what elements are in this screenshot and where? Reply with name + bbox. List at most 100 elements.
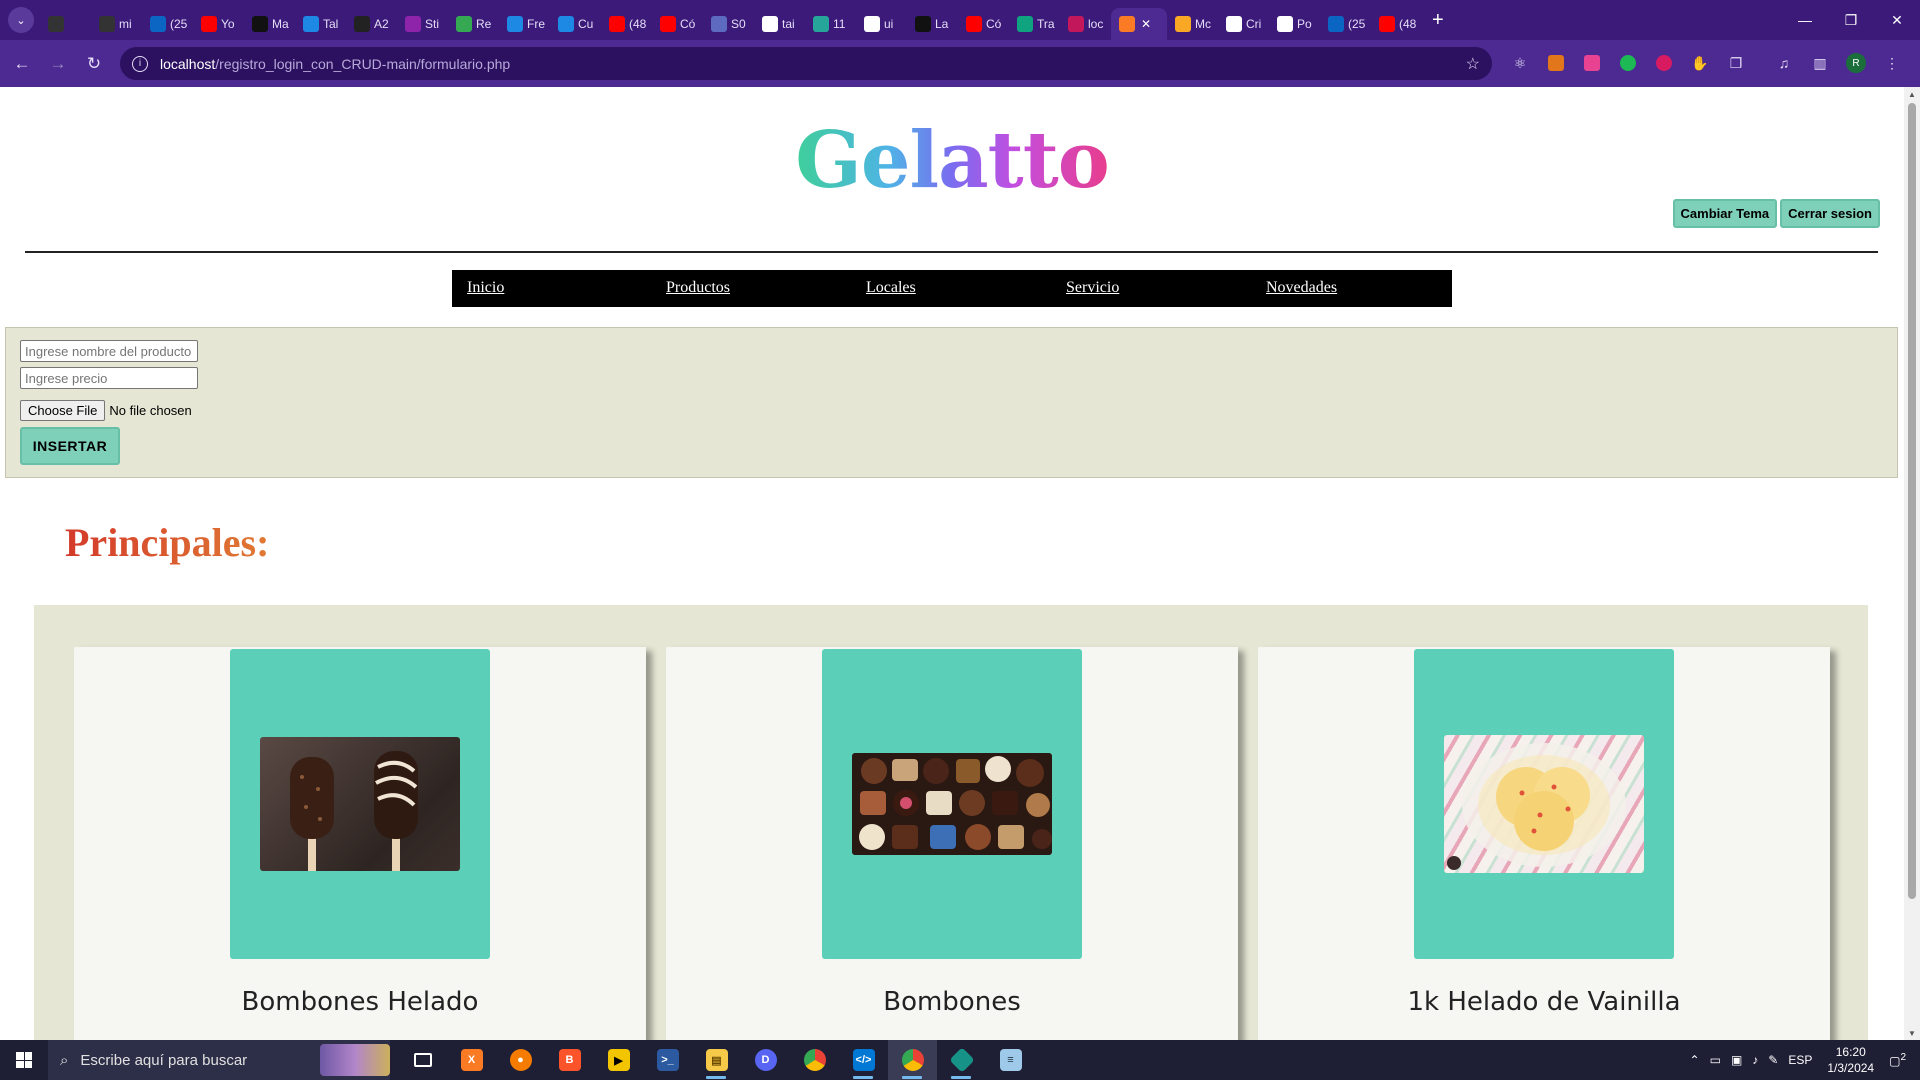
profile-avatar[interactable]: R <box>1842 48 1870 78</box>
youtube-icon <box>609 16 625 32</box>
logout-button[interactable]: Cerrar sesion <box>1780 199 1880 228</box>
record-extension-icon[interactable] <box>1650 48 1678 78</box>
browser-tab-active[interactable]: ✕ <box>1111 8 1167 40</box>
minimize-icon[interactable]: — <box>1782 0 1828 40</box>
clock[interactable]: 16:20 1/3/2024 <box>1817 1044 1884 1076</box>
tray-chevron-icon[interactable]: ⌃ <box>1685 1053 1705 1067</box>
back-arrow-icon[interactable]: ← <box>4 46 40 82</box>
green-circle-extension-icon[interactable] <box>1614 48 1642 78</box>
brave-icon[interactable]: B <box>545 1040 594 1080</box>
chrome-active-icon[interactable] <box>888 1040 937 1080</box>
nav-link-productos[interactable]: Productos <box>666 279 730 297</box>
reload-icon[interactable]: ↻ <box>76 46 112 82</box>
browser-tab[interactable]: (48 <box>601 8 652 40</box>
browser-tab[interactable]: Ma <box>244 8 295 40</box>
browser-tab[interactable]: mi <box>91 8 142 40</box>
start-button[interactable] <box>0 1040 48 1080</box>
tab-search-icon[interactable]: ⌄ <box>8 7 34 33</box>
xampp-icon[interactable]: X <box>447 1040 496 1080</box>
discord-icon[interactable]: D <box>741 1040 790 1080</box>
browser-tab[interactable]: (25 <box>142 8 193 40</box>
product-card[interactable]: Bombones Helado <box>74 647 646 1040</box>
browser-tab[interactable]: Cri <box>1218 8 1269 40</box>
browser-tab[interactable]: S0 <box>703 8 754 40</box>
scroll-down-arrow-icon[interactable]: ▼ <box>1904 1026 1920 1040</box>
windows-logo-icon <box>16 1052 32 1068</box>
nav-link-locales[interactable]: Locales <box>866 279 916 297</box>
browser-tab[interactable]: loc <box>1060 8 1111 40</box>
media-control-icon[interactable]: ♫ <box>1770 48 1798 78</box>
restore-icon[interactable]: ❐ <box>1828 0 1874 40</box>
browser-tab[interactable]: Tal <box>295 8 346 40</box>
browser-tab[interactable]: (48 <box>1371 8 1422 40</box>
browser-tab[interactable]: (25 <box>1320 8 1371 40</box>
browser-tab[interactable]: Mc <box>1167 8 1218 40</box>
vscode-icon[interactable]: </> <box>839 1040 888 1080</box>
bookmark-star-icon[interactable]: ☆ <box>1466 54 1480 74</box>
battery-icon[interactable]: ▭ <box>1705 1053 1726 1067</box>
browser-tab[interactable]: Có <box>652 8 703 40</box>
new-tab-icon[interactable]: + <box>1432 9 1444 32</box>
metamask-icon[interactable] <box>1542 48 1570 78</box>
close-window-icon[interactable]: ✕ <box>1874 0 1920 40</box>
browser-tab[interactable] <box>40 8 91 40</box>
react-devtools-icon[interactable]: ⚛ <box>1506 48 1534 78</box>
browser-tab[interactable]: Re <box>448 8 499 40</box>
browser-tab[interactable]: A2 <box>346 8 397 40</box>
browser-tab[interactable]: Fre <box>499 8 550 40</box>
heart-icon <box>507 16 523 32</box>
task-view-icon[interactable] <box>398 1040 447 1080</box>
notepad-icon[interactable]: ≡ <box>986 1040 1035 1080</box>
tab-title: La <box>935 17 949 31</box>
tab-title: (25 <box>170 17 188 31</box>
volume-icon[interactable]: ♪ <box>1747 1053 1763 1067</box>
product-card[interactable]: Bombones <box>666 647 1238 1040</box>
language-indicator[interactable]: ESP <box>1783 1053 1817 1067</box>
side-panel-icon[interactable]: ▥ <box>1806 48 1834 78</box>
scroll-up-arrow-icon[interactable]: ▲ <box>1904 87 1920 101</box>
chrome-icon[interactable] <box>790 1040 839 1080</box>
git-kraken-icon[interactable] <box>937 1040 986 1080</box>
product-card[interactable]: 1k Helado de Vainilla <box>1258 647 1830 1040</box>
powershell-icon[interactable]: >_ <box>643 1040 692 1080</box>
browser-tab[interactable]: Có <box>958 8 1009 40</box>
browser-tab[interactable]: La <box>907 8 958 40</box>
site-info-icon[interactable]: i <box>132 55 148 72</box>
browser-tab[interactable]: Yo <box>193 8 244 40</box>
product-name-input[interactable]: Ingrese nombre del producto <box>20 340 198 362</box>
change-theme-button[interactable]: Cambiar Tema <box>1672 199 1778 228</box>
pen-icon[interactable]: ✎ <box>1763 1053 1783 1067</box>
browser-tab[interactable]: Tra <box>1009 8 1060 40</box>
product-price-input[interactable]: Ingrese precio <box>20 367 198 389</box>
taskbar-search[interactable]: ⌕ Escribe aquí para buscar <box>48 1040 390 1080</box>
forward-arrow-icon[interactable]: → <box>40 46 76 82</box>
browser-tab[interactable]: Cu <box>550 8 601 40</box>
choose-file-button[interactable]: Choose File <box>20 400 106 421</box>
media-player-icon[interactable]: ▶ <box>594 1040 643 1080</box>
browser-tab[interactable]: ui <box>856 8 907 40</box>
address-bar[interactable]: i localhost/registro_login_con_CRUD-main… <box>120 47 1492 80</box>
notifications-icon[interactable]: ▢2 <box>1884 1052 1920 1068</box>
tab-title: Có <box>986 17 1002 31</box>
nav-link-servicio[interactable]: Servicio <box>1066 279 1119 297</box>
arrow-extension-icon[interactable] <box>1578 48 1606 78</box>
page-scrollbar[interactable]: ▲ ▼ <box>1904 87 1920 1040</box>
browser-tab[interactable]: Sti <box>397 8 448 40</box>
browser-tab[interactable]: 11 <box>805 8 856 40</box>
nav-link-inicio[interactable]: Inicio <box>467 279 504 297</box>
insert-button[interactable]: INSERTAR <box>20 427 120 465</box>
url-path: /registro_login_con_CRUD-main/formulario… <box>215 55 511 72</box>
youtube-icon <box>660 16 676 32</box>
browser-tab[interactable]: tai <box>754 8 805 40</box>
section-title: Principales: <box>65 520 270 565</box>
network-icon[interactable]: ▣ <box>1726 1053 1747 1067</box>
hand-extension-icon[interactable]: ✋ <box>1686 48 1714 78</box>
extensions-puzzle-icon[interactable]: ❐ <box>1722 48 1750 78</box>
tab-close-icon[interactable]: ✕ <box>1141 17 1151 31</box>
nav-link-novedades[interactable]: Novedades <box>1266 279 1337 297</box>
browser-tab[interactable]: Po <box>1269 8 1320 40</box>
scrollbar-thumb[interactable] <box>1908 103 1916 899</box>
file-explorer-icon[interactable]: ▤ <box>692 1040 741 1080</box>
microphone-app-icon[interactable]: ● <box>496 1040 545 1080</box>
menu-kebab-icon[interactable]: ⋮ <box>1878 48 1906 78</box>
